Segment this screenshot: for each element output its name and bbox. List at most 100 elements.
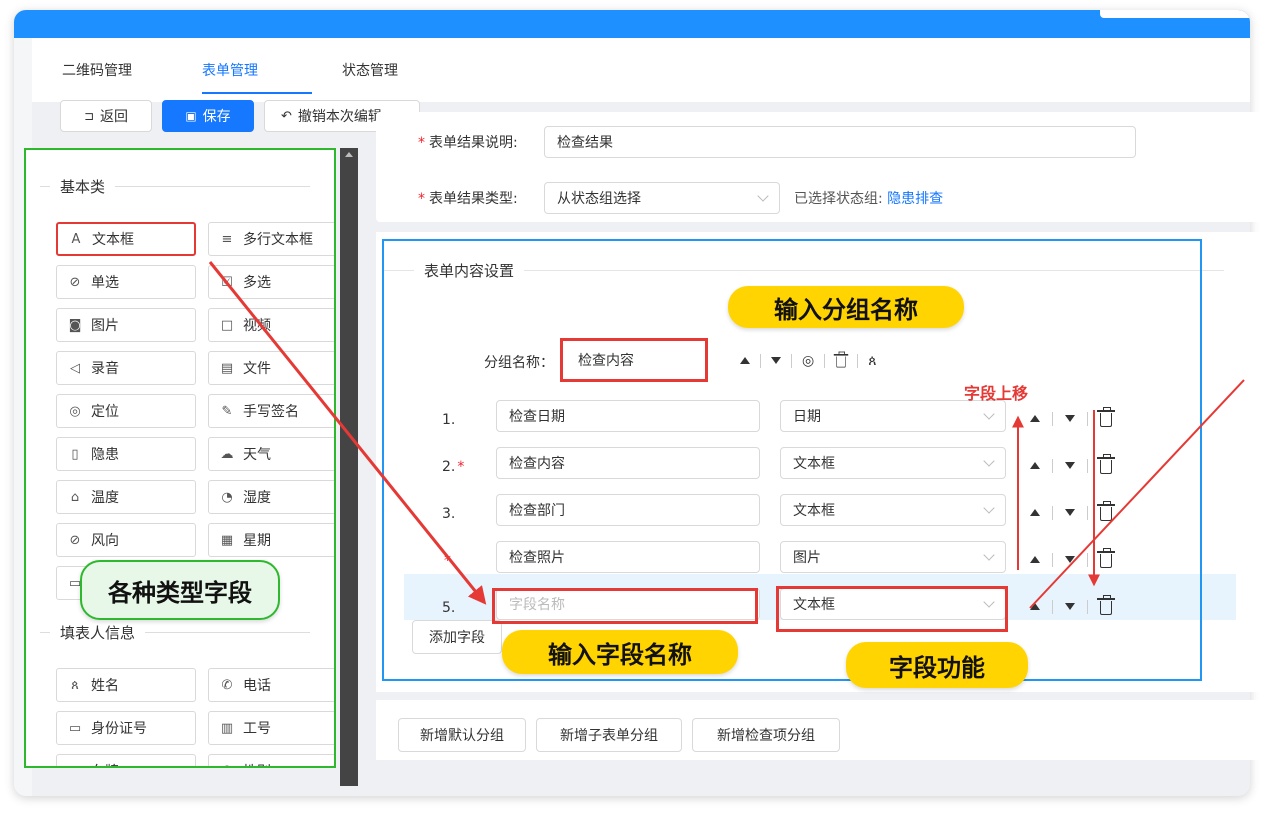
add-subform-group-button[interactable]: 新增子表单分组 — [536, 718, 682, 752]
save-button-label: 保存 — [202, 109, 231, 125]
calendar-icon: ▦ — [220, 532, 234, 548]
palette-item-audio[interactable]: ◁ 录音 — [56, 351, 196, 385]
undo-icon: ↶ — [281, 108, 292, 124]
palette-item-multiline[interactable]: ≡ 多行文本框 — [208, 222, 334, 256]
palette-scrollbar[interactable] — [340, 148, 358, 786]
camera-icon: ◙ — [68, 317, 82, 333]
hazard-icon: ▯ — [71, 446, 79, 462]
tab-bar: 二维码管理 表单管理 状态管理 — [32, 38, 1250, 102]
gender-icon: ♀ — [219, 764, 235, 767]
palette-item-label: 性别 — [243, 761, 271, 766]
palette-item-signature[interactable]: ✎ 手写签名 — [208, 394, 334, 428]
badge-icon: ▥ — [220, 720, 234, 736]
car-icon: ⌓ — [67, 764, 83, 767]
result-desc-label: * 表单结果说明: — [418, 135, 518, 151]
palette-item-radio[interactable]: ⊘ 单选 — [56, 265, 196, 299]
signature-icon: ✎ — [221, 403, 233, 419]
move-up-label: 字段上移 — [964, 384, 1029, 403]
audio-icon: ◁ — [70, 360, 80, 376]
palette-item-compass[interactable]: ⊘ 风向 — [56, 523, 196, 557]
palette-group-basic-title: 基本类 — [40, 176, 310, 197]
palette-item-label: 手写签名 — [243, 404, 299, 420]
cloud-icon: ☁ — [220, 446, 234, 462]
result-type-label: * 表单结果类型: — [418, 191, 518, 207]
undo-button-label: 撤销本次编辑 — [297, 109, 382, 125]
palette-item-camera[interactable]: ◙ 图片 — [56, 308, 196, 342]
multiline-icon: ≡ — [221, 231, 233, 247]
palette-item-label: 隐患 — [91, 447, 119, 463]
tab-status-management[interactable]: 状态管理 — [342, 38, 482, 102]
palette-group-filler-title: 填表人信息 — [40, 622, 310, 643]
palette-item-calendar[interactable]: ▦ 星期 — [208, 523, 334, 557]
back-icon: ⊐ — [83, 109, 95, 123]
phone-icon: ✆ — [221, 677, 233, 693]
palette-item-phone[interactable]: ✆ 电话 — [208, 668, 334, 702]
field-name-highlight — [492, 588, 758, 624]
compass-icon: ⊘ — [69, 532, 81, 548]
palette-item-label: 姓名 — [91, 678, 119, 694]
add-check-item-group-button[interactable]: 新增检查项分组 — [692, 718, 840, 752]
field-function-callout: 字段功能 — [846, 642, 1028, 688]
result-type-select[interactable]: 从状态组选择 — [544, 182, 780, 214]
group-name-highlight — [560, 338, 708, 382]
selected-status-group: 已选择状态组: 隐患排查 — [794, 191, 944, 207]
field-types-callout: 各种类型字段 — [80, 560, 280, 620]
palette-item-label: 多行文本框 — [243, 232, 313, 248]
palette-item-file[interactable]: ▤ 文件 — [208, 351, 334, 385]
checkbox-icon: ☑ — [221, 274, 233, 290]
palette-item-label: 工号 — [243, 721, 271, 737]
palette-item-label: 文本框 — [92, 232, 134, 248]
palette-item-label: 定位 — [91, 404, 119, 420]
back-button-label: 返回 — [100, 109, 129, 125]
field-name-callout: 输入字段名称 — [502, 630, 738, 674]
palette-item-label: 车牌 — [91, 761, 119, 766]
add-default-group-button[interactable]: 新增默认分组 — [398, 718, 526, 752]
palette-item-label: 风向 — [91, 533, 119, 549]
palette-item-video[interactable]: □ 视频 — [208, 308, 334, 342]
palette-item-checkbox[interactable]: ☑ 多选 — [208, 265, 334, 299]
result-desc-input[interactable]: 检查结果 — [544, 126, 1136, 158]
palette-item-gender[interactable]: ♀ 性别 — [208, 754, 334, 767]
location-icon: ◎ — [69, 403, 81, 419]
radio-icon: ⊘ — [69, 274, 81, 290]
palette-item-label: 温度 — [91, 490, 119, 506]
palette-item-label: 录音 — [91, 361, 119, 377]
palette-item-cloud[interactable]: ☁ 天气 — [208, 437, 334, 471]
top-bar — [14, 10, 1250, 38]
tab-qrcode-management[interactable]: 二维码管理 — [62, 38, 202, 102]
palette-item-label: 文件 — [243, 361, 271, 377]
palette-item-humidity[interactable]: ◔ 湿度 — [208, 480, 334, 514]
palette-item-person[interactable]: ጰ 姓名 — [56, 668, 196, 702]
person-icon: ጰ — [71, 677, 79, 693]
save-icon: ▣ — [185, 109, 197, 123]
palette-item-label: 视频 — [243, 318, 271, 334]
text-icon: A — [71, 231, 81, 247]
palette-item-label: 湿度 — [243, 490, 271, 506]
palette-item-label: 身份证号 — [91, 721, 147, 737]
palette-item-label: 星期 — [243, 533, 271, 549]
palette-item-hazard[interactable]: ▯ 隐患 — [56, 437, 196, 471]
palette-item-car[interactable]: ⌓ 车牌 — [56, 754, 196, 767]
palette-item-label: 天气 — [243, 447, 271, 463]
group-name-callout: 输入分组名称 — [728, 286, 964, 328]
field-palette: 基本类 A 文本框 ≡ 多行文本框 ⊘ 单选 ☑ 多选 ◙ 图片 □ 视频 ◁ 录音 ▤ 文件 ◎ 定位 ✎ 手写签名… — [24, 148, 336, 768]
palette-item-label: 多选 — [243, 275, 271, 291]
field-type-highlight — [776, 586, 1008, 632]
palette-item-label: 图片 — [91, 318, 119, 334]
palette-item-temperature[interactable]: ⌂ 温度 — [56, 480, 196, 514]
palette-item-badge[interactable]: ▥ 工号 — [208, 711, 334, 745]
palette-item-label: 单选 — [91, 275, 119, 291]
chevron-down-icon — [757, 190, 769, 202]
save-button[interactable]: ▣ 保存 — [162, 100, 254, 132]
palette-item-label: 电话 — [243, 678, 271, 694]
video-icon: □ — [220, 317, 234, 333]
humidity-icon: ◔ — [221, 489, 233, 505]
palette-item-id-card[interactable]: ▭ 身份证号 — [56, 711, 196, 745]
id-card-icon: ▭ — [68, 720, 82, 736]
palette-item-text[interactable]: A 文本框 — [56, 222, 196, 256]
back-button[interactable]: ⊐ 返回 — [60, 100, 152, 132]
temperature-icon: ⌂ — [70, 489, 80, 505]
selected-status-group-link[interactable]: 隐患排查 — [887, 191, 943, 207]
palette-item-location[interactable]: ◎ 定位 — [56, 394, 196, 428]
tab-form-management[interactable]: 表单管理 — [202, 38, 342, 102]
